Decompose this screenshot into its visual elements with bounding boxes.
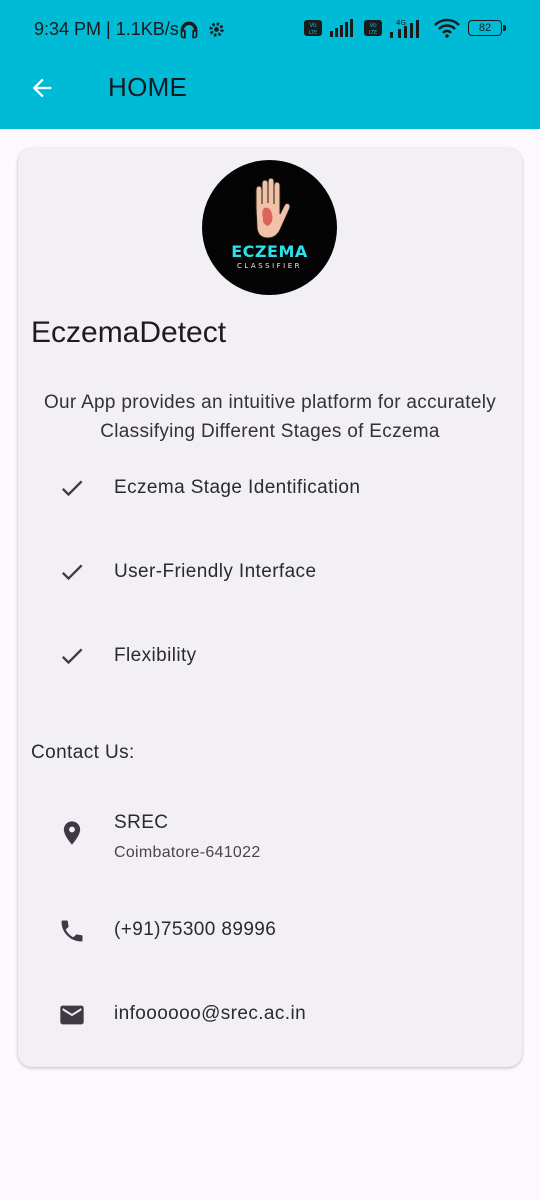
contact-heading: Contact Us: — [31, 742, 135, 763]
status-bar: 9:34 PM | 1.1KB/s Vo LTE Vo LTE 4G 82 — [0, 0, 540, 58]
logo-text-secondary: CLASSIFIER — [236, 262, 303, 270]
feature-item: Eczema Stage Identification — [58, 468, 360, 508]
check-icon — [61, 648, 83, 665]
page-title: HOME — [108, 72, 188, 102]
email-icon — [60, 1005, 84, 1025]
app-bar: HOME — [0, 58, 540, 129]
phone-number: (+91)75300 89996 — [114, 919, 277, 940]
svg-text:Vo: Vo — [369, 22, 377, 29]
feature-label: Eczema Stage Identification — [114, 477, 361, 498]
app-description: Our App provides an intuitive platform f… — [43, 392, 497, 442]
feature-label: User-Friendly Interface — [114, 561, 317, 582]
check-icon — [61, 480, 83, 497]
signal-icon — [330, 19, 353, 37]
headphones-icon — [180, 21, 198, 39]
feature-label: Flexibility — [114, 645, 197, 666]
wifi-icon — [434, 18, 460, 38]
signal-4g-icon: 4G — [390, 19, 419, 38]
hand-icon — [255, 178, 291, 239]
svg-text:4G: 4G — [396, 19, 406, 27]
settings-icon — [209, 22, 224, 37]
app-name-heading: EczemaDetect — [31, 316, 227, 349]
status-time: 9:34 PM | 1.1KB/s — [34, 19, 179, 39]
status-icons: Vo LTE Vo LTE 4G 82 — [304, 18, 506, 38]
contact-phone[interactable]: (+91)75300 89996 — [58, 916, 276, 946]
volte-icon-2: VoLTE — [364, 20, 382, 36]
logo-text-primary: ECZEMA — [231, 242, 308, 261]
svg-text:Vo: Vo — [309, 22, 317, 29]
back-arrow-icon[interactable] — [28, 74, 56, 102]
phone-icon — [61, 920, 83, 942]
feature-item: Flexibility — [58, 636, 197, 676]
location-pin-icon — [63, 821, 81, 845]
svg-text:LTE: LTE — [369, 30, 377, 36]
app-logo: ECZEMA CLASSIFIER — [202, 160, 337, 295]
contact-location[interactable]: SREC Coimbatore-641022 — [58, 812, 261, 862]
location-detail: Coimbatore-641022 — [114, 844, 261, 861]
feature-item: User-Friendly Interface — [58, 552, 316, 592]
battery-icon: 82 — [468, 20, 506, 36]
check-icon — [61, 564, 83, 581]
email-address: infoooooo@srec.ac.in — [114, 1003, 307, 1024]
contact-email[interactable]: infoooooo@srec.ac.in — [58, 1000, 306, 1030]
info-card: ECZEMA CLASSIFIER EczemaDetect Our App p… — [18, 148, 522, 1067]
volte-icon: VoLTE — [304, 20, 322, 36]
location-name: SREC — [114, 812, 169, 833]
battery-level: 82 — [478, 22, 492, 34]
svg-text:LTE: LTE — [309, 30, 317, 36]
